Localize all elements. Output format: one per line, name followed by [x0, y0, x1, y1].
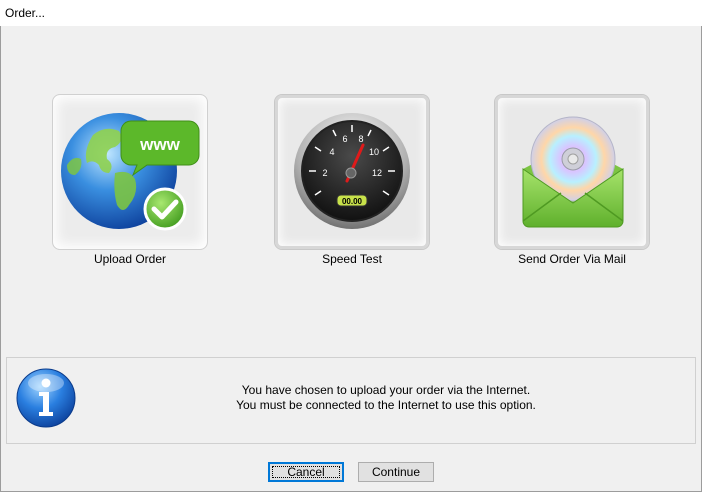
send-order-via-mail-option[interactable]	[494, 94, 650, 250]
title-bar: Order...	[0, 0, 702, 26]
gauge-label-10: 10	[369, 147, 379, 157]
continue-button[interactable]: Continue	[358, 462, 434, 482]
globe-www-icon: www	[61, 113, 200, 231]
info-message-line2: You must be connected to the Internet to…	[236, 398, 536, 412]
gauge-label-8: 8	[358, 134, 363, 144]
upload-order-label: Upload Order	[93, 252, 167, 266]
gauge-label-12: 12	[372, 168, 382, 178]
speed-test-option[interactable]: 2 4 6 8 10 12 00.00	[274, 94, 430, 250]
cancel-button[interactable]: Cancel	[268, 462, 344, 482]
gauge-label-4: 4	[329, 147, 334, 157]
info-icon	[16, 368, 76, 428]
window-title: Order...	[5, 6, 46, 20]
speed-test-label: Speed Test	[322, 252, 382, 266]
gauge-label-2: 2	[322, 168, 327, 178]
info-message-line1: You have chosen to upload your order via…	[241, 383, 531, 397]
speedometer-icon: 2 4 6 8 10 12 00.00	[294, 113, 410, 229]
upload-order-option[interactable]: www	[52, 94, 208, 250]
gauge-readout: 00.00	[342, 197, 363, 206]
mail-cd-icon	[522, 116, 624, 228]
gauge-label-6: 6	[342, 134, 347, 144]
focus-rectangle	[272, 466, 340, 478]
www-badge-text: www	[139, 135, 180, 154]
send-order-via-mail-label: Send Order Via Mail	[518, 252, 626, 266]
info-panel: You have chosen to upload your order via…	[6, 357, 696, 444]
